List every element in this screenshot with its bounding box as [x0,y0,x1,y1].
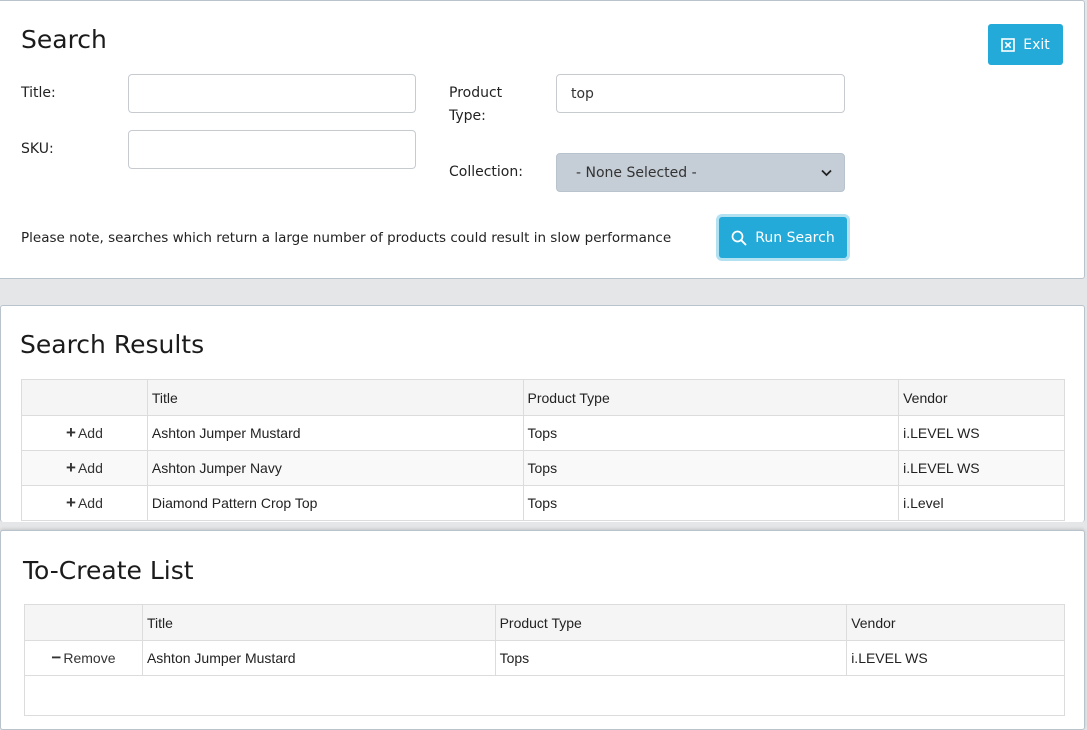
plus-icon: + [66,423,76,442]
remove-button[interactable]: − Remove [24,640,143,676]
row-title: Ashton Jumper Navy [146,450,524,486]
add-label: Add [77,425,103,441]
add-label: Add [77,495,103,511]
minus-icon: − [51,648,62,667]
column-header [21,379,148,416]
table-row: + Add Ashton Jumper Navy Tops i.LEVEL WS [21,450,1065,486]
row-product-type: Tops [494,640,848,676]
to-create-heading: To-Create List [23,556,194,585]
product-type-label: Product Type: [449,82,502,128]
run-search-label: Run Search [755,229,835,246]
search-heading: Search [21,25,107,54]
column-header [24,604,143,641]
search-results-table: Title Product Type Vendor + Add Ashton Ju… [21,379,1065,521]
add-button[interactable]: + Add [21,450,148,486]
remove-label: Remove [63,650,116,666]
row-title: Diamond Pattern Crop Top [146,485,524,521]
table-row-empty [24,675,1065,716]
row-vendor: i.LEVEL WS [898,450,1065,486]
plus-icon: + [66,493,76,512]
title-input[interactable] [128,74,416,113]
close-box-icon [1001,37,1016,52]
table-row: + Add Ashton Jumper Mustard Tops i.LEVEL … [21,415,1065,451]
row-product-type: Tops [522,450,900,486]
to-create-panel: To-Create List Title Product Type Vendor… [0,530,1085,730]
column-header: Title [141,604,496,641]
product-type-label-line2: Type: [449,108,486,124]
row-title: Ashton Jumper Mustard [141,640,496,676]
add-button[interactable]: + Add [21,485,148,521]
column-header: Title [146,379,524,416]
run-search-button[interactable]: Run Search [719,217,847,258]
add-label: Add [77,460,103,476]
search-results-heading: Search Results [20,330,205,359]
collection-selected-value: - None Selected - [576,164,697,181]
title-label: Title: [21,85,56,101]
exit-button[interactable]: Exit [988,24,1063,65]
search-icon [731,230,747,245]
sku-label: SKU: [21,141,54,157]
row-product-type: Tops [522,485,900,521]
collection-select[interactable]: - None Selected - [556,153,845,192]
search-results-panel: Search Results Title Product Type Vendor… [0,305,1085,522]
row-product-type: Tops [522,415,900,451]
column-header: Vendor [898,379,1065,416]
column-header: Product Type [494,604,848,641]
sku-input[interactable] [128,130,416,169]
add-button[interactable]: + Add [21,415,148,451]
product-type-label-line1: Product [449,85,503,101]
row-vendor: i.Level [898,485,1065,521]
row-title: Ashton Jumper Mustard [146,415,524,451]
to-create-table: Title Product Type Vendor − Remove Ashton… [24,604,1065,716]
empty-cell [24,675,1065,716]
collection-label: Collection: [449,164,523,180]
row-vendor: i.LEVEL WS [846,640,1065,676]
chevron-down-icon [821,169,832,176]
search-panel: Search Exit Title: SKU: Product Type: Co… [0,0,1085,279]
table-header-row: Title Product Type Vendor [21,379,1065,416]
table-row: − Remove Ashton Jumper Mustard Tops i.LEV… [24,640,1065,676]
column-header: Vendor [846,604,1065,641]
plus-icon: + [66,458,76,477]
row-vendor: i.LEVEL WS [898,415,1065,451]
product-type-input[interactable] [556,74,845,113]
table-header-row: Title Product Type Vendor [24,604,1065,641]
exit-label: Exit [1023,36,1050,53]
column-header: Product Type [522,379,900,416]
performance-note: Please note, searches which return a lar… [21,230,672,246]
table-row: + Add Diamond Pattern Crop Top Tops i.Lev… [21,485,1065,521]
